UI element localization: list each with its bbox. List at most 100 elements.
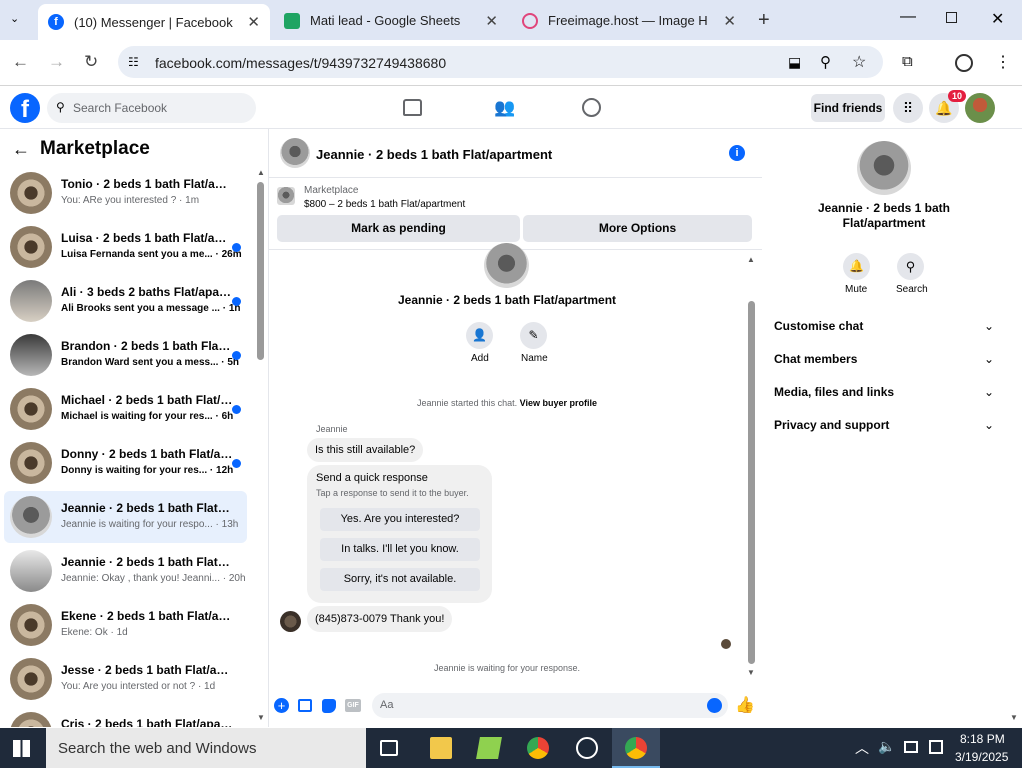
file-explorer-icon[interactable] <box>430 737 452 759</box>
message-input[interactable] <box>372 693 728 718</box>
system-tray-chevron-icon[interactable]: ︿ <box>855 738 869 758</box>
more-actions-icon[interactable]: + <box>274 698 289 713</box>
menu-grid-icon[interactable]: ⠿ <box>893 93 923 123</box>
tab-title: (10) Messenger | Facebook <box>74 14 233 30</box>
notification-center-icon[interactable] <box>929 740 943 754</box>
chat-scrollbar[interactable] <box>748 301 755 664</box>
scroll-down-icon[interactable]: ▼ <box>747 668 755 677</box>
conversation-name: Jeannie · 2 beds 1 bath Flat/apa... <box>61 555 233 569</box>
taskbar-date[interactable]: 3/19/2025 <box>955 750 1008 764</box>
close-tab-icon[interactable]: ✕ <box>247 13 260 31</box>
zoom-icon[interactable]: ⚲ <box>820 53 831 71</box>
view-buyer-profile-link[interactable]: View buyer profile <box>520 398 597 408</box>
windows-start-icon[interactable] <box>13 740 30 757</box>
chevron-down-icon[interactable]: ⌄ <box>984 385 994 399</box>
message-bubble[interactable]: Is this still available? <box>307 438 424 462</box>
tab-messenger[interactable]: f (10) Messenger | Facebook ✕ <box>38 4 270 40</box>
listing-price[interactable]: $800 – 2 beds 1 bath Flat/apartment <box>304 199 465 210</box>
back-arrow-icon[interactable]: ← <box>12 139 30 160</box>
quick-response-option[interactable]: Yes. Are you interested? <box>320 508 480 531</box>
forward-icon[interactable]: → <box>48 52 65 72</box>
sticker-icon[interactable] <box>322 699 336 713</box>
scroll-up-icon[interactable]: ▲ <box>747 255 755 264</box>
install-app-icon[interactable]: ⬓ <box>788 54 801 71</box>
taskbar-search-box[interactable]: Search the web and Windows <box>46 728 366 768</box>
close-tab-icon[interactable]: ✕ <box>485 12 498 30</box>
account-avatar[interactable] <box>965 93 995 123</box>
new-tab-icon[interactable]: + <box>758 9 770 32</box>
quick-response-option[interactable]: Sorry, it's not available. <box>320 568 480 591</box>
groups-icon[interactable] <box>582 98 601 117</box>
more-options-button[interactable]: More Options <box>523 215 752 242</box>
site-info-icon[interactable]: ☷ <box>128 55 139 69</box>
chat-header-avatar[interactable] <box>280 138 310 168</box>
conversation-item[interactable]: Ekene · 2 beds 1 bath Flat/apart... Eken… <box>4 599 247 651</box>
extensions-icon[interactable]: ⧉ <box>902 53 913 70</box>
restore-icon[interactable] <box>946 12 957 23</box>
scroll-up-icon[interactable]: ▲ <box>257 168 265 177</box>
listing-thumbnail[interactable] <box>277 187 295 205</box>
info-icon[interactable]: i <box>729 145 745 161</box>
chevron-down-icon[interactable]: ⌄ <box>984 319 994 333</box>
minimize-icon[interactable]: — <box>900 8 916 26</box>
scroll-down-icon[interactable]: ▼ <box>257 713 265 722</box>
conversation-item[interactable]: Tonio · 2 beds 1 bath Flat/apart... You:… <box>4 167 247 219</box>
mute-button[interactable]: 🔔 <box>843 253 870 280</box>
emoji-icon[interactable] <box>707 698 722 713</box>
browser-menu-icon[interactable]: ⋮ <box>995 52 1011 72</box>
find-friends-button[interactable]: Find friends <box>811 94 885 122</box>
search-button[interactable]: ⚲ <box>897 253 924 280</box>
close-window-icon[interactable]: ✕ <box>991 9 1004 29</box>
sidebar-scrollbar[interactable] <box>257 182 264 360</box>
friends-icon[interactable]: 👥 <box>494 98 515 118</box>
facebook-search-input[interactable]: ⚲ Search Facebook <box>47 93 256 123</box>
close-tab-icon[interactable]: ✕ <box>723 12 736 30</box>
media-files-links-row[interactable]: Media, files and links <box>774 385 894 399</box>
tab-list-chevron-icon[interactable]: ⌄ <box>10 12 19 25</box>
profile-avatar[interactable] <box>484 243 529 288</box>
conversation-item[interactable]: Jesse · 2 beds 1 bath Flat/apart... You:… <box>4 653 247 705</box>
chevron-down-icon[interactable]: ⌄ <box>984 352 994 366</box>
panel-avatar[interactable] <box>857 141 911 195</box>
chat-header-title[interactable]: Jeannie · 2 beds 1 bath Flat/apartment <box>316 147 552 162</box>
scroll-down-icon[interactable]: ▼ <box>1010 713 1018 722</box>
customise-chat-row[interactable]: Customise chat <box>774 319 863 333</box>
gif-icon[interactable]: GIF <box>345 699 361 712</box>
freeimage-favicon-icon <box>522 12 538 29</box>
reload-icon[interactable]: ↻ <box>84 52 98 72</box>
conversation-item[interactable]: Ali · 3 beds 2 baths Flat/apart... Ali B… <box>4 275 247 327</box>
like-icon[interactable]: 👍 <box>735 695 755 715</box>
profile-icon[interactable] <box>955 54 973 72</box>
chevron-down-icon[interactable]: ⌄ <box>984 418 994 432</box>
privacy-support-row[interactable]: Privacy and support <box>774 418 889 432</box>
conversation-item[interactable]: Cris · 2 beds 1 bath Flat/apartm... <box>4 707 247 727</box>
mark-as-pending-button[interactable]: Mark as pending <box>277 215 520 242</box>
volume-icon[interactable]: 🔈 <box>878 738 895 755</box>
conversation-item[interactable]: Donny · 2 beds 1 bath Flat/ap... Donny i… <box>4 437 247 489</box>
taskbar-time[interactable]: 8:18 PM <box>960 732 1005 746</box>
tab-freeimage[interactable]: Freeimage.host — Image Hosti ✕ <box>512 5 746 36</box>
bookmark-star-icon[interactable]: ☆ <box>852 52 866 72</box>
quick-response-option[interactable]: In talks. I'll let you know. <box>320 538 480 561</box>
chrome-icon[interactable] <box>527 737 549 759</box>
conversation-item[interactable]: Michael · 2 beds 1 bath Flat/a... Michae… <box>4 383 247 435</box>
conversation-item[interactable]: Luisa · 2 beds 1 bath Flat/apar... Luisa… <box>4 221 247 273</box>
back-icon[interactable]: ← <box>12 52 29 72</box>
chrome-icon[interactable] <box>625 737 647 759</box>
add-button[interactable]: 👤 <box>466 322 493 349</box>
conversation-item[interactable]: Jeannie · 2 beds 1 bath Flat/apa... Jean… <box>4 545 247 597</box>
name-button[interactable]: ✎ <box>520 322 547 349</box>
photo-icon[interactable] <box>298 699 312 712</box>
sticky-notes-icon[interactable] <box>476 737 502 759</box>
facebook-logo-icon[interactable]: f <box>10 93 40 123</box>
conversation-item-selected[interactable]: Jeannie · 2 beds 1 bath Flat/apa... Jean… <box>4 491 247 543</box>
conversation-item[interactable]: Brandon · 2 beds 1 bath Flat/a... Brando… <box>4 329 247 381</box>
task-view-icon[interactable] <box>380 740 398 756</box>
chat-members-row[interactable]: Chat members <box>774 352 857 366</box>
url-text[interactable]: facebook.com/messages/t/9439732749438680 <box>155 55 446 71</box>
message-bubble[interactable]: (845)873-0079 Thank you! <box>307 606 453 632</box>
steam-icon[interactable] <box>576 737 598 759</box>
network-icon[interactable] <box>904 741 918 753</box>
tab-sheets[interactable]: Mati lead - Google Sheets ✕ <box>274 5 508 36</box>
home-icon[interactable] <box>403 99 422 116</box>
